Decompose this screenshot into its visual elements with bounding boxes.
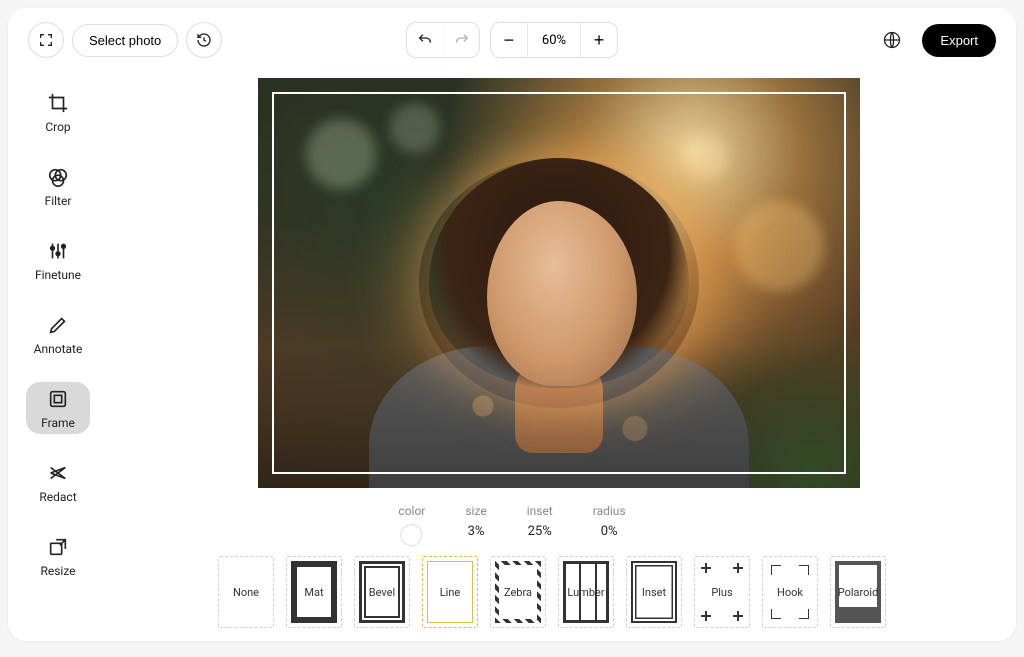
- frame-style-mat-label: Mat: [304, 586, 323, 599]
- bokeh-spot: [306, 119, 376, 189]
- color-swatch[interactable]: [401, 524, 423, 546]
- history-button[interactable]: [186, 22, 222, 58]
- fullscreen-button[interactable]: [28, 22, 64, 58]
- frame-style-inset[interactable]: Inset: [626, 556, 682, 628]
- tool-finetune-label: Finetune: [35, 268, 81, 282]
- annotate-icon: [47, 314, 69, 336]
- frame-style-polaroid[interactable]: Polaroid: [830, 556, 886, 628]
- frame-style-mat[interactable]: Mat: [286, 556, 342, 628]
- redact-icon: [47, 462, 69, 484]
- frame-style-line-label: Line: [440, 586, 461, 599]
- param-radius-value: 0%: [601, 524, 618, 539]
- param-size-label: size: [465, 504, 486, 518]
- tool-resize-label: Resize: [40, 564, 75, 578]
- zoom-in-button[interactable]: +: [581, 23, 617, 57]
- param-radius-label: radius: [593, 504, 626, 518]
- tool-crop-label: Crop: [45, 120, 70, 134]
- frame-parameters: color size 3% inset 25% radius 0%: [398, 504, 625, 546]
- crop-icon: [47, 92, 69, 114]
- history-icon: [196, 32, 212, 48]
- frame-style-lumber-label: Lumber: [567, 586, 604, 599]
- frame-style-inset-label: Inset: [642, 586, 666, 599]
- filter-icon: [47, 166, 69, 188]
- frame-style-plus[interactable]: Plus: [694, 556, 750, 628]
- frame-style-line[interactable]: Line: [422, 556, 478, 628]
- param-color[interactable]: color: [398, 504, 425, 546]
- param-color-label: color: [398, 504, 425, 518]
- tool-filter[interactable]: Filter: [26, 160, 90, 212]
- param-size[interactable]: size 3%: [465, 504, 486, 546]
- portrait-subject: [379, 136, 739, 488]
- param-inset-label: inset: [527, 504, 553, 518]
- frame-style-hook[interactable]: Hook: [762, 556, 818, 628]
- tool-annotate-label: Annotate: [34, 342, 83, 356]
- bokeh-spot: [734, 201, 824, 291]
- param-size-value: 3%: [468, 524, 485, 539]
- editor-app: Select photo − 60% +: [8, 8, 1016, 641]
- param-radius[interactable]: radius 0%: [593, 504, 626, 546]
- globe-icon: [882, 30, 902, 50]
- subject-face: [487, 201, 637, 386]
- frame-icon: [47, 388, 69, 410]
- topbar: Select photo − 60% +: [8, 8, 1016, 72]
- param-inset[interactable]: inset 25%: [527, 504, 553, 546]
- undo-button[interactable]: [407, 23, 443, 57]
- frame-style-none[interactable]: None: [218, 556, 274, 628]
- topbar-right: Export: [874, 22, 996, 58]
- resize-icon: [47, 536, 69, 558]
- topbar-left: Select photo: [28, 22, 222, 58]
- photo-preview: [258, 78, 860, 488]
- frame-style-none-label: None: [233, 586, 259, 599]
- redo-icon: [453, 32, 469, 48]
- frame-style-lumber[interactable]: Lumber: [558, 556, 614, 628]
- zoom-out-button[interactable]: −: [491, 23, 527, 57]
- canvas[interactable]: [258, 78, 860, 488]
- tool-filter-label: Filter: [45, 194, 72, 208]
- undo-redo-group: [406, 22, 480, 58]
- tool-frame[interactable]: Frame: [26, 382, 90, 434]
- tool-redact-label: Redact: [39, 490, 76, 504]
- fullscreen-icon: [38, 32, 54, 48]
- frame-style-strip: None Mat Bevel Line Zebra Lumber Inset: [218, 556, 896, 628]
- undo-icon: [417, 32, 433, 48]
- tool-annotate[interactable]: Annotate: [26, 308, 90, 360]
- tool-redact[interactable]: Redact: [26, 456, 90, 508]
- tool-finetune[interactable]: Finetune: [26, 234, 90, 286]
- frame-style-plus-label: Plus: [711, 586, 732, 599]
- export-button[interactable]: Export: [922, 24, 996, 57]
- tool-sidebar: Crop Filter Finetune Annotate Frame Reda…: [22, 86, 94, 582]
- zoom-value[interactable]: 60%: [527, 23, 581, 57]
- topbar-center: − 60% +: [406, 22, 618, 58]
- language-button[interactable]: [874, 22, 910, 58]
- frame-style-zebra[interactable]: Zebra: [490, 556, 546, 628]
- frame-style-zebra-label: Zebra: [504, 586, 532, 599]
- tool-frame-label: Frame: [41, 416, 75, 430]
- frame-style-bevel-label: Bevel: [369, 586, 395, 599]
- redo-button[interactable]: [443, 23, 479, 57]
- param-inset-value: 25%: [528, 524, 552, 539]
- select-photo-button[interactable]: Select photo: [72, 24, 178, 57]
- zoom-group: − 60% +: [490, 22, 618, 58]
- finetune-icon: [47, 240, 69, 262]
- tool-resize[interactable]: Resize: [26, 530, 90, 582]
- tool-crop[interactable]: Crop: [26, 86, 90, 138]
- frame-style-polaroid-label: Polaroid: [838, 586, 879, 599]
- frame-style-bevel[interactable]: Bevel: [354, 556, 410, 628]
- frame-style-hook-label: Hook: [777, 586, 803, 599]
